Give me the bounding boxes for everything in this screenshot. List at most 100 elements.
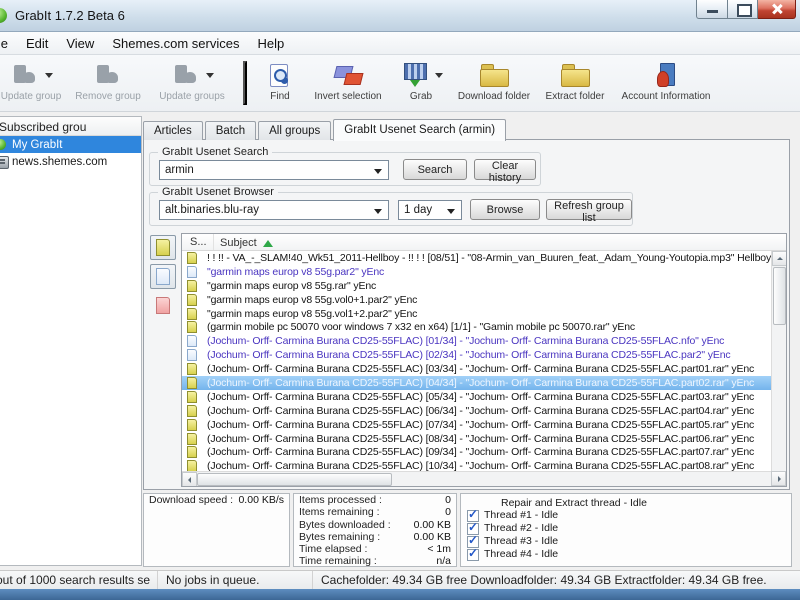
grab-button[interactable]: Grab bbox=[390, 59, 452, 102]
article-row[interactable]: ! ! !! - VA_-_SLAM!40_Wk51_2011-Hellboy … bbox=[182, 251, 771, 265]
article-row[interactable]: "garmin maps europ v8 55g.rar" yEnc bbox=[182, 279, 771, 293]
update-groups-button[interactable]: Update groups bbox=[148, 59, 236, 102]
remove-group-button[interactable]: Remove group bbox=[68, 59, 148, 102]
subscribed-groups-header[interactable]: Subscribed grou bbox=[0, 117, 141, 136]
menu-item-help[interactable]: Help bbox=[248, 33, 293, 54]
yellow-file-icon bbox=[156, 239, 170, 256]
stat-value: < 1m bbox=[427, 543, 451, 556]
stat-line: Time elapsed : < 1m bbox=[294, 543, 456, 555]
horizontal-scrollbar[interactable] bbox=[182, 471, 771, 486]
toolbar-button-top bbox=[651, 61, 681, 89]
stat-label: Bytes downloaded : bbox=[299, 518, 391, 531]
account-information-button[interactable]: Account Information bbox=[614, 59, 718, 102]
close-button[interactable] bbox=[758, 0, 796, 19]
article-row[interactable]: (Jochum- Orff- Carmina Burana CD25-55FLA… bbox=[182, 390, 771, 404]
article-subject: (Jochum- Orff- Carmina Burana CD25-55FLA… bbox=[207, 376, 755, 389]
tab-grabit-usenet-search-armin[interactable]: GrabIt Usenet Search (armin) bbox=[333, 119, 507, 141]
article-rows: ! ! !! - VA_-_SLAM!40_Wk51_2011-Hellboy … bbox=[182, 251, 771, 471]
filter-archive-files-button[interactable] bbox=[150, 235, 176, 260]
browse-button[interactable]: Browse bbox=[470, 199, 540, 220]
vertical-scrollbar-thumb[interactable] bbox=[773, 267, 786, 325]
article-row[interactable]: (Jochum- Orff- Carmina Burana CD25-55FLA… bbox=[182, 445, 771, 459]
minimize-button[interactable] bbox=[696, 0, 728, 19]
article-row[interactable]: (Jochum- Orff- Carmina Burana CD25-55FLA… bbox=[182, 432, 771, 446]
dropdown-arrow-icon[interactable] bbox=[44, 72, 53, 82]
search-query-combo[interactable]: armin bbox=[159, 160, 389, 180]
tab-batch[interactable]: Batch bbox=[204, 121, 257, 140]
repair-extract-panel: Repair and Extract thread - Idle Thread … bbox=[460, 493, 792, 567]
column-header-s[interactable]: S... bbox=[182, 234, 214, 250]
toolbar-button-label: Download folder bbox=[457, 91, 531, 102]
stat-value: 0 bbox=[445, 506, 451, 519]
toolbar-button-top bbox=[400, 61, 443, 89]
article-row[interactable]: (Jochum- Orff- Carmina Burana CD25-55FLA… bbox=[182, 459, 771, 471]
column-header-subject[interactable]: Subject bbox=[214, 234, 786, 250]
tab-all-groups[interactable]: All groups bbox=[258, 121, 332, 140]
maximize-button[interactable] bbox=[728, 0, 758, 19]
scroll-up-icon[interactable] bbox=[772, 251, 786, 266]
thread-checkbox[interactable] bbox=[467, 548, 479, 561]
title-bar[interactable]: GrabIt 1.7.2 Beta 6 bbox=[0, 0, 800, 32]
invert-selection-button[interactable]: Invert selection bbox=[306, 59, 390, 102]
toolbar-button-label: Invert selection bbox=[314, 91, 382, 102]
red-file-icon bbox=[156, 297, 170, 314]
dropdown-arrow-icon[interactable] bbox=[434, 72, 443, 82]
search-button[interactable]: Search bbox=[403, 159, 467, 180]
clear-history-button[interactable]: Clear history bbox=[474, 159, 536, 184]
toolbar-button-top bbox=[265, 61, 295, 89]
grab-icon bbox=[400, 62, 430, 89]
article-row[interactable]: (Jochum- Orff- Carmina Burana CD25-55FLA… bbox=[182, 404, 771, 418]
dropdown-arrow-icon[interactable] bbox=[205, 72, 214, 82]
newsgroup-combo[interactable]: alt.binaries.blu-ray bbox=[159, 200, 389, 220]
refresh-group-list-button[interactable]: Refresh group list bbox=[546, 199, 632, 224]
article-list: S... Subject ! ! !! - VA_-_SLAM!40_Wk51_… bbox=[181, 233, 787, 487]
sort-ascending-icon bbox=[262, 235, 273, 247]
horizontal-scrollbar-thumb[interactable] bbox=[197, 473, 392, 486]
thread-row: Thread #3 - Idle bbox=[461, 535, 791, 549]
article-row[interactable]: (Jochum- Orff- Carmina Burana CD25-55FLA… bbox=[182, 376, 771, 390]
article-row[interactable]: (Jochum- Orff- Carmina Burana CD25-55FLA… bbox=[182, 362, 771, 376]
article-subject: (Jochum- Orff- Carmina Burana CD25-55FLA… bbox=[207, 363, 755, 376]
sidebar-item-news-shemes-com[interactable]: news.shemes.com bbox=[0, 153, 141, 170]
period-combo[interactable]: 1 day bbox=[398, 200, 462, 220]
menu-item-shemes-com-services[interactable]: Shemes.com services bbox=[103, 33, 248, 54]
thread-list: Thread #1 - Idle Thread #2 - Idle Thread… bbox=[461, 509, 791, 562]
extract-folder-button[interactable]: Extract folder bbox=[536, 59, 614, 102]
toolbar-button-top bbox=[479, 61, 509, 89]
file-icon bbox=[187, 279, 197, 292]
status-bar: out of 1000 search results se No jobs in… bbox=[0, 570, 800, 589]
extract-folder-icon bbox=[560, 62, 590, 89]
scroll-right-icon[interactable] bbox=[771, 471, 786, 486]
toolbar-separator bbox=[243, 61, 247, 105]
download-folder-button[interactable]: Download folder bbox=[452, 59, 536, 102]
toolbar-button-label: Remove group bbox=[75, 91, 141, 102]
tab-strip: Articles Batch All groups GrabIt Usenet Sea… bbox=[143, 119, 508, 141]
filter-incomplete-files-button[interactable] bbox=[150, 293, 176, 318]
update-group-button[interactable]: Update group bbox=[0, 59, 68, 102]
toolbar-button-top bbox=[560, 61, 590, 89]
find-button[interactable]: Find bbox=[254, 59, 306, 102]
article-row[interactable]: (Jochum- Orff- Carmina Burana CD25-55FLA… bbox=[182, 348, 771, 362]
article-row[interactable]: "garmin maps europ v8 55g.vol1+2.par2" y… bbox=[182, 307, 771, 321]
article-row[interactable]: (Jochum- Orff- Carmina Burana CD25-55FLA… bbox=[182, 418, 771, 432]
article-row[interactable]: (Jochum- Orff- Carmina Burana CD25-55FLA… bbox=[182, 334, 771, 348]
vertical-scrollbar[interactable] bbox=[771, 251, 786, 471]
menu-bar: FileEditViewShemes.com servicesHelp bbox=[0, 32, 800, 55]
menu-item-view[interactable]: View bbox=[57, 33, 103, 54]
subscribed-groups-tree: My GrabIt news.shemes.com bbox=[0, 136, 141, 170]
menu-item-edit[interactable]: Edit bbox=[17, 33, 57, 54]
article-row[interactable]: "garmin maps europ v8 55g.vol0+1.par2" y… bbox=[182, 293, 771, 307]
toolbar-button-label: Extract folder bbox=[545, 91, 605, 102]
download-speed-panel: Download speed : 0.00 KB/s bbox=[143, 493, 290, 567]
thread-label: Thread #2 - Idle bbox=[484, 522, 559, 535]
sidebar-item-my-grabit[interactable]: My GrabIt bbox=[0, 136, 141, 153]
filter-par-files-button[interactable] bbox=[150, 264, 176, 289]
article-row[interactable]: "garmin maps europ v8 55g.par2" yEnc bbox=[182, 265, 771, 279]
menu-item-file[interactable]: File bbox=[0, 33, 17, 54]
scroll-left-icon[interactable] bbox=[182, 472, 197, 486]
article-row[interactable]: (garmin mobile pc 50070 voor windows 7 x… bbox=[182, 320, 771, 334]
stat-line: Time remaining : n/a bbox=[294, 555, 456, 568]
tab-articles[interactable]: Articles bbox=[143, 121, 203, 140]
article-subject: (Jochum- Orff- Carmina Burana CD25-55FLA… bbox=[207, 432, 755, 445]
window-controls bbox=[696, 0, 796, 19]
